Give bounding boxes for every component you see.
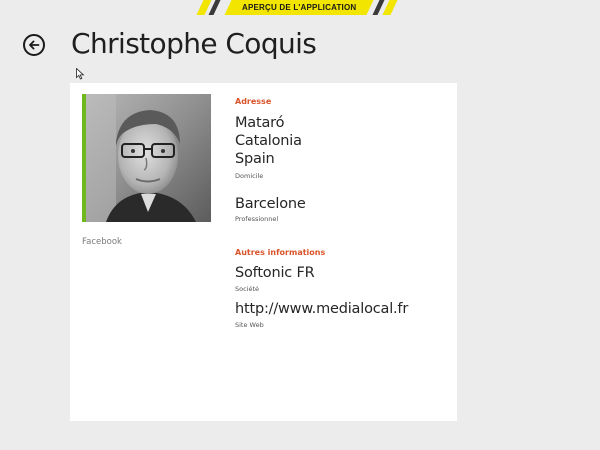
back-arrow-icon (29, 40, 40, 50)
home-address-type: Domicile (235, 172, 264, 180)
page-title: Christophe Coquis (71, 27, 317, 60)
profile-source-label: Facebook (82, 237, 122, 247)
address-heading: Adresse (235, 97, 272, 106)
website-link[interactable]: http://www.medialocal.fr (235, 300, 408, 319)
other-info-heading: Autres informations (235, 248, 326, 257)
banner-label-box: APERÇU DE L'APPLICATION (224, 0, 374, 15)
work-address-line1[interactable]: Barcelone (235, 195, 306, 214)
website-type: Site Web (235, 321, 264, 329)
work-address-type: Professionnel (235, 215, 279, 223)
banner-label: APERÇU DE L'APPLICATION (241, 3, 357, 12)
app-preview-banner: APERÇU DE L'APPLICATION (196, 0, 398, 15)
contact-photo[interactable] (86, 94, 211, 222)
avatar (86, 94, 211, 222)
banner-stripe (382, 0, 398, 15)
company-value: Softonic FR (235, 265, 315, 281)
back-button[interactable] (23, 34, 45, 56)
home-address-line2[interactable]: Catalonia (235, 132, 302, 151)
home-address-line3[interactable]: Spain (235, 150, 275, 169)
home-address-line1[interactable]: Mataró (235, 114, 284, 133)
mouse-pointer-icon (76, 68, 85, 80)
contact-card: Facebook Adresse Mataró Catalonia Spain … (70, 83, 457, 421)
company-type: Société (235, 285, 260, 293)
